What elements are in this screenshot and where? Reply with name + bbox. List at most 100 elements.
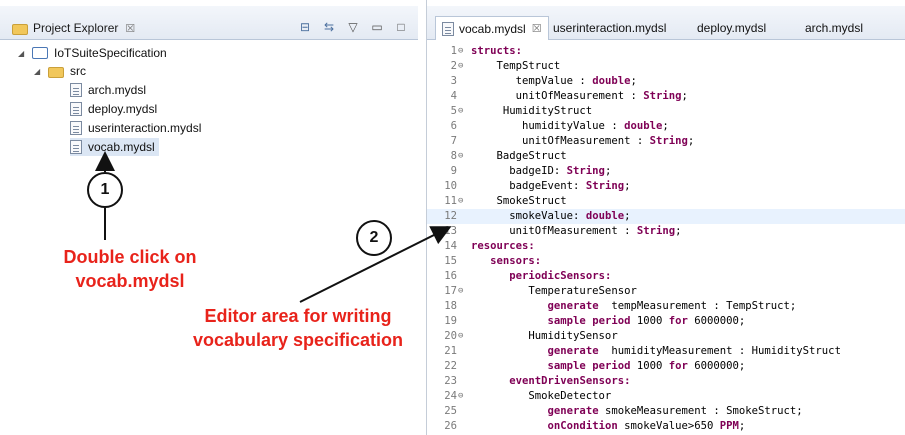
code-line[interactable]: 8 ⊖ BadgeStruct xyxy=(427,149,905,164)
code-text: TemperatureSensor xyxy=(471,285,637,297)
collapse-all-icon[interactable]: ⊟ xyxy=(298,21,312,33)
code-text: unitOfMeasurement : String; xyxy=(471,90,688,102)
code-text: HumidityStruct xyxy=(471,105,593,117)
line-number: 13 xyxy=(444,225,457,237)
code-line[interactable]: 2 ⊖ TempStruct xyxy=(427,59,905,74)
expand-arrow-icon[interactable]: ◢ xyxy=(34,67,44,76)
fold-toggle-icon[interactable]: ⊖ xyxy=(458,149,463,164)
maximize-icon[interactable]: □ xyxy=(394,21,408,33)
code-line[interactable]: 21 generate humidityMeasurement : Humidi… xyxy=(427,344,905,359)
code-text: onCondition smokeValue>650 PPM; xyxy=(547,420,746,432)
tab-project-explorer[interactable]: Project Explorer ☒ xyxy=(0,16,135,40)
tree-item-vocab-file[interactable]: vocab.mydsl xyxy=(70,138,159,156)
minimize-icon[interactable]: ▭ xyxy=(370,21,384,33)
code-text: badgeEvent: String; xyxy=(471,180,631,192)
code-line[interactable]: 20 ⊖ HumiditySensor xyxy=(427,329,905,344)
link-with-editor-icon[interactable]: ⇆ xyxy=(322,21,336,33)
tree-item-project[interactable]: ◢ IoTSuiteSpecification xyxy=(18,44,167,62)
tab-arch-mydsl[interactable]: arch.mydsl xyxy=(805,16,863,40)
tab-label: deploy.mydsl xyxy=(697,21,767,35)
code-line[interactable]: 25 generate smokeMeasurement : SmokeStru… xyxy=(427,404,905,419)
step-2-instruction: Editor area for writing vocabulary speci… xyxy=(188,304,408,352)
code-line[interactable]: 4 unitOfMeasurement : String; xyxy=(427,89,905,104)
line-number: 1 xyxy=(450,45,457,57)
code-line[interactable]: 13 unitOfMeasurement : String; xyxy=(427,224,905,239)
code-editor-area[interactable]: 1 ⊖ structs: 2 ⊖ TempStruct 3 tempValue : dou… xyxy=(427,40,905,435)
view-menu-icon[interactable]: ▽ xyxy=(346,21,360,33)
project-explorer-toolbar: ⊟ ⇆ ▽ ▭ □ xyxy=(298,21,408,33)
line-number: 10 xyxy=(444,180,457,192)
code-line[interactable]: 10 badgeEvent: String; xyxy=(427,179,905,194)
tab-label: userinteraction.mydsl xyxy=(553,21,667,35)
file-icon xyxy=(70,140,82,154)
fold-toggle-icon[interactable]: ⊖ xyxy=(458,284,463,299)
code-text: SmokeStruct xyxy=(471,195,567,207)
code-line[interactable]: 22 sample period 1000 for 6000000; xyxy=(427,359,905,374)
file-icon xyxy=(70,102,82,116)
fold-toggle-icon[interactable]: ⊖ xyxy=(458,104,463,119)
code-line[interactable]: 5 ⊖ HumidityStruct xyxy=(427,104,905,119)
code-line[interactable]: 16 periodicSensors: xyxy=(427,269,905,284)
close-icon[interactable]: ☒ xyxy=(532,22,542,35)
line-number: 18 xyxy=(444,300,457,312)
file-icon xyxy=(70,121,82,135)
code-line[interactable]: 19 sample period 1000 for 6000000; xyxy=(427,314,905,329)
step-1-instruction: Double click on vocab.mydsl xyxy=(40,245,220,293)
code-line[interactable]: 14 resources: xyxy=(427,239,905,254)
fold-toggle-icon[interactable]: ⊖ xyxy=(458,59,463,74)
step-2-line-1: Editor area for writing xyxy=(204,306,392,326)
line-number: 5 xyxy=(450,105,457,117)
tree-item-arch-file[interactable]: arch.mydsl xyxy=(70,81,146,99)
code-line[interactable]: 17 ⊖ TemperatureSensor xyxy=(427,284,905,299)
line-number: 11 xyxy=(444,195,457,207)
code-text: sample period 1000 for 6000000; xyxy=(547,360,746,372)
fold-toggle-icon[interactable]: ⊖ xyxy=(458,389,463,404)
line-number: 20 xyxy=(444,330,457,342)
code-line[interactable]: 1 ⊖ structs: xyxy=(427,44,905,59)
fold-toggle-icon[interactable]: ⊖ xyxy=(458,194,463,209)
code-line[interactable]: 6 humidityValue : double; xyxy=(427,119,905,134)
code-text: resources: xyxy=(471,240,535,252)
line-number: 7 xyxy=(450,135,457,147)
tab-deploy-mydsl[interactable]: deploy.mydsl xyxy=(697,16,766,40)
code-text: generate smokeMeasurement : SmokeStruct; xyxy=(547,405,803,417)
file-icon xyxy=(70,83,82,97)
code-text: TempStruct xyxy=(471,60,561,72)
line-number: 24 xyxy=(444,390,457,402)
line-number: 21 xyxy=(444,345,457,357)
code-line[interactable]: 9 badgeID: String; xyxy=(427,164,905,179)
code-line[interactable]: 24 ⊖ SmokeDetector xyxy=(427,389,905,404)
tree-item-label: vocab.mydsl xyxy=(88,140,155,154)
code-line[interactable]: 7 unitOfMeasurement : String; xyxy=(427,134,905,149)
fold-toggle-icon[interactable]: ⊖ xyxy=(458,44,463,59)
tab-vocab-mydsl[interactable]: vocab.mydsl ☒ xyxy=(435,16,549,40)
code-text: HumiditySensor xyxy=(471,330,618,342)
tab-userinteraction-mydsl[interactable]: userinteraction.mydsl xyxy=(553,16,666,40)
code-line[interactable]: 26 onCondition smokeValue>650 PPM; xyxy=(427,419,905,434)
line-number: 16 xyxy=(444,270,457,282)
fold-toggle-icon[interactable]: ⊖ xyxy=(458,329,463,344)
tree-item-src-folder[interactable]: ◢ src xyxy=(34,62,86,80)
code-line[interactable]: 18 generate tempMeasurement : TempStruct… xyxy=(427,299,905,314)
tree-item-deploy-file[interactable]: deploy.mydsl xyxy=(70,100,157,118)
code-text: badgeID: String; xyxy=(471,165,612,177)
code-text: BadgeStruct xyxy=(471,150,567,162)
code-line[interactable]: 3 tempValue : double; xyxy=(427,74,905,89)
code-text: sample period 1000 for 6000000; xyxy=(547,315,746,327)
tab-label: vocab.mydsl xyxy=(459,21,526,36)
tree-item-label: userinteraction.mydsl xyxy=(88,121,202,135)
tree-item-label: IoTSuiteSpecification xyxy=(54,46,167,60)
tree-item-userinteraction-file[interactable]: userinteraction.mydsl xyxy=(70,119,201,137)
expand-arrow-icon[interactable]: ◢ xyxy=(18,49,28,58)
code-line[interactable]: 15 sensors: xyxy=(427,254,905,269)
code-line[interactable]: 23 eventDrivenSensors: xyxy=(427,374,905,389)
code-line[interactable]: 12 smokeValue: double; xyxy=(427,209,905,224)
close-icon[interactable]: ☒ xyxy=(125,22,135,35)
project-icon xyxy=(32,47,48,59)
line-number: 23 xyxy=(444,375,457,387)
tree-item-label: src xyxy=(70,64,86,78)
code-line[interactable]: 11 ⊖ SmokeStruct xyxy=(427,194,905,209)
line-number: 12 xyxy=(444,210,457,222)
tree-item-label: arch.mydsl xyxy=(88,83,147,97)
line-number: 8 xyxy=(450,150,457,162)
